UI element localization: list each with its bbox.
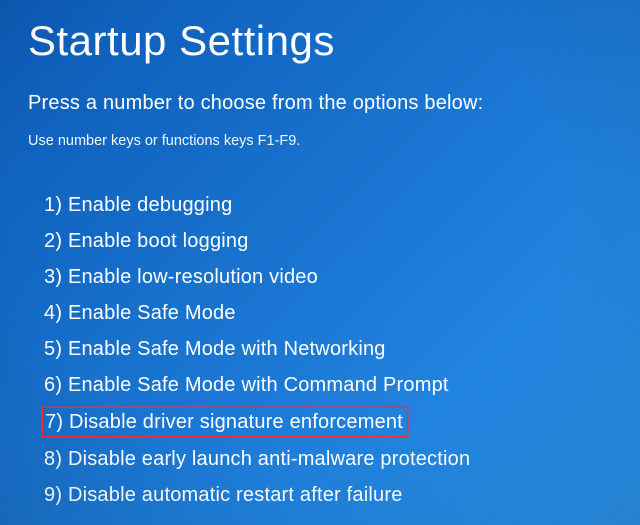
option-8[interactable]: 8) Disable early launch anti-malware pro… — [42, 445, 472, 473]
instruction-text: Press a number to choose from the option… — [28, 92, 640, 115]
option-1[interactable]: 1) Enable debugging — [42, 191, 234, 219]
option-7[interactable]: 7) Disable driver signature enforcement — [42, 407, 408, 437]
startup-settings-screen: Startup Settings Press a number to choos… — [0, 0, 640, 509]
option-6[interactable]: 6) Enable Safe Mode with Command Prompt — [42, 371, 451, 399]
option-9[interactable]: 9) Disable automatic restart after failu… — [42, 481, 405, 509]
option-5[interactable]: 5) Enable Safe Mode with Networking — [42, 335, 388, 363]
options-list: 1) Enable debugging 2) Enable boot loggin… — [28, 191, 640, 509]
option-3[interactable]: 3) Enable low-resolution video — [42, 263, 320, 291]
hint-text: Use number keys or functions keys F1-F9. — [28, 133, 640, 149]
page-title: Startup Settings — [28, 18, 640, 64]
option-2[interactable]: 2) Enable boot logging — [42, 227, 251, 255]
option-4[interactable]: 4) Enable Safe Mode — [42, 299, 238, 327]
